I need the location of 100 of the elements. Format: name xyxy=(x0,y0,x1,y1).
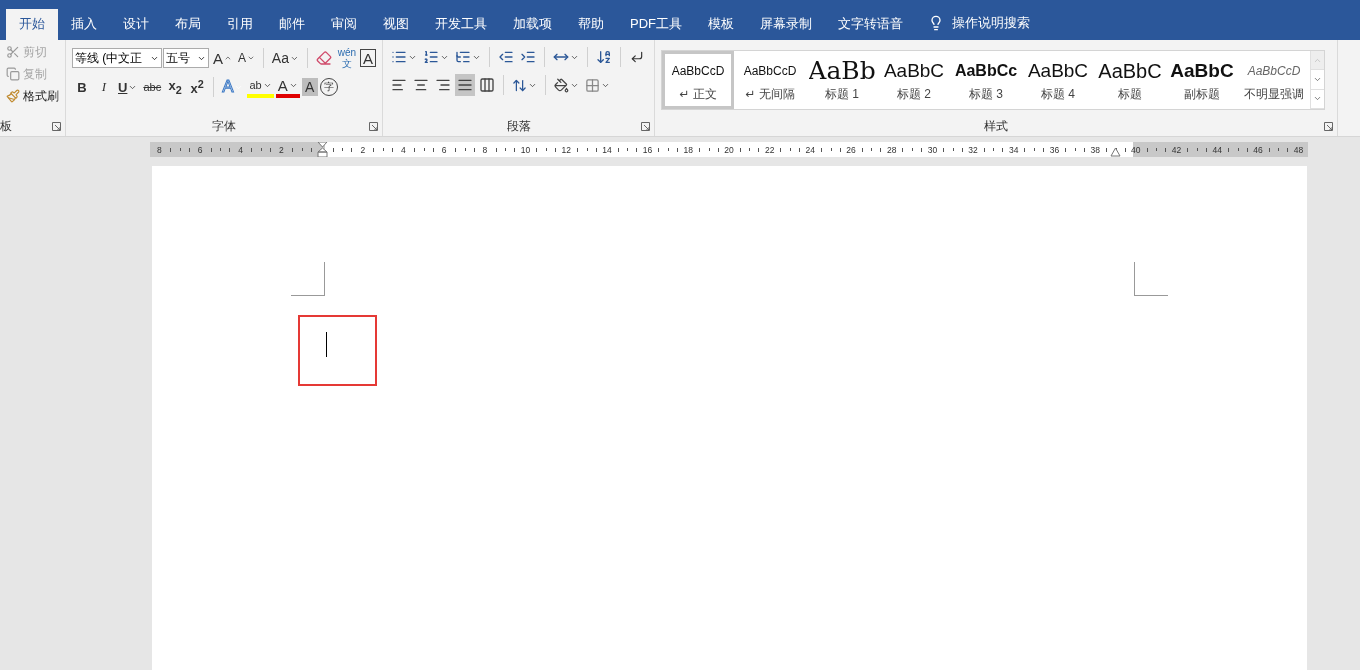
shrink-font-button[interactable]: A xyxy=(235,47,257,69)
dialog-launcher-icon[interactable] xyxy=(641,122,650,131)
character-border-button[interactable]: A xyxy=(360,49,376,67)
strikethrough-button[interactable]: abc xyxy=(141,76,164,98)
margin-corner-mark xyxy=(291,262,325,296)
ruler-number: 12 xyxy=(561,144,571,155)
script-button[interactable]: x$_{2}$ xyxy=(165,76,186,98)
ruler-number: 34 xyxy=(1009,144,1019,155)
character-shading-button[interactable]: A xyxy=(301,78,318,96)
ribbon-tab[interactable]: 开始 xyxy=(6,9,58,40)
underline-button[interactable]: U xyxy=(116,76,140,98)
ribbon-tab[interactable]: 文字转语音 xyxy=(825,9,916,40)
ruler-number: 46 xyxy=(1253,144,1263,155)
phonetic-guide-button[interactable]: wén 文 xyxy=(335,46,358,70)
ribbon-tab[interactable]: 加载项 xyxy=(500,9,565,40)
right-indent-marker-icon[interactable] xyxy=(1109,147,1121,157)
style-preview: AaBbCc xyxy=(954,60,1018,81)
ribbon-tab[interactable]: 邮件 xyxy=(266,9,318,40)
style-option[interactable]: AaBbCcD ↵ 无间隔 xyxy=(734,51,806,109)
group-label: 段落 xyxy=(506,117,531,135)
style-name: 不明显强调 xyxy=(1244,85,1304,103)
decrease-indent-icon xyxy=(498,49,514,65)
font-name-select[interactable]: 等线 (中文正 xyxy=(72,48,163,68)
ruler-number: 8 xyxy=(482,144,488,155)
group-label: 样式 xyxy=(984,117,1008,135)
ruler-number: 44 xyxy=(1212,144,1222,155)
style-preview: AaBbC xyxy=(1027,58,1089,83)
ruler-number: 20 xyxy=(724,144,734,155)
ruler-number: 26 xyxy=(846,144,856,155)
align-button[interactable] xyxy=(455,74,475,96)
bullet-list-icon xyxy=(391,49,407,65)
ruler-number: 42 xyxy=(1171,144,1182,155)
ribbon-tab[interactable]: 审阅 xyxy=(318,9,370,40)
change-case-button[interactable]: Aa xyxy=(269,47,301,69)
align-left-icon xyxy=(391,77,407,93)
ruler-number: 8 xyxy=(156,144,162,155)
style-name: 副标题 xyxy=(1184,85,1220,103)
dialog-launcher-icon[interactable] xyxy=(369,122,378,131)
ruler-number: 32 xyxy=(968,144,978,155)
ruler-number: 48 xyxy=(1293,144,1304,155)
margin-corner-mark xyxy=(1134,262,1168,296)
ribbon-tab[interactable]: 视图 xyxy=(370,9,422,40)
style-preview: AaBb xyxy=(809,57,875,84)
ruler-number: 10 xyxy=(520,144,531,155)
dialog-launcher-icon[interactable] xyxy=(1324,122,1333,131)
grid-icon xyxy=(585,77,600,93)
ruler-number: 4 xyxy=(401,144,406,155)
align-distributed-icon xyxy=(479,77,495,93)
style-option[interactable]: AaBbC 标题 2 xyxy=(878,51,950,109)
ruler-number: 40 xyxy=(1131,144,1141,155)
highlight-button[interactable]: ab xyxy=(247,76,274,98)
style-option[interactable]: AaBbC 副标题 xyxy=(1166,51,1238,109)
paintbrush-icon xyxy=(6,89,20,103)
bold-button[interactable]: B xyxy=(72,76,92,98)
line-spacing-icon xyxy=(512,77,527,93)
style-option[interactable]: AaBbC 标题 xyxy=(1094,51,1166,109)
style-option[interactable]: AaBbCc 标题 3 xyxy=(950,51,1022,109)
scissors-icon xyxy=(6,45,20,59)
grow-font-button[interactable]: A xyxy=(211,47,234,69)
ribbon-tab[interactable]: 设计 xyxy=(110,9,162,40)
style-preview: AaBbCcD xyxy=(1247,62,1301,80)
caret-icon xyxy=(246,54,255,62)
ruler-number: 38 xyxy=(1090,144,1100,155)
ribbon-tab[interactable]: 插入 xyxy=(58,9,110,40)
ruler-number: 14 xyxy=(602,144,612,155)
group-label: 字体 xyxy=(212,117,236,135)
ribbon-tab[interactable]: 屏幕录制 xyxy=(747,9,825,40)
align-center-icon xyxy=(413,77,429,93)
dialog-launcher-icon[interactable] xyxy=(52,122,61,131)
style-option[interactable]: AaBbC 标题 4 xyxy=(1022,51,1094,109)
align-justify-icon xyxy=(457,77,473,93)
style-name: 标题 2 xyxy=(897,85,931,103)
align-right-icon xyxy=(435,77,451,93)
numbered-list-icon xyxy=(423,49,439,65)
ruler-number: 24 xyxy=(805,144,816,155)
style-preview: AaBbC xyxy=(883,58,945,83)
ribbon-tab[interactable]: 开发工具 xyxy=(422,9,500,40)
ruler-number: 2 xyxy=(279,144,284,155)
style-name: ↵ 无间隔 xyxy=(745,85,795,103)
ribbon-tab[interactable]: 模板 xyxy=(695,9,747,40)
ribbon-tab[interactable]: 布局 xyxy=(162,9,214,40)
ribbon-tab[interactable]: PDF工具 xyxy=(617,9,695,40)
italic-button[interactable]: I xyxy=(94,76,114,98)
style-name: 标题 4 xyxy=(1041,85,1075,103)
text-cursor xyxy=(326,332,327,357)
style-name: 标题 xyxy=(1118,85,1142,103)
style-option[interactable]: AaBbCcD ↵ 正文 xyxy=(662,51,734,109)
font-size-select[interactable]: 五号 xyxy=(163,48,210,68)
ribbon-tab[interactable]: 引用 xyxy=(214,9,266,40)
style-preview: AaBbC xyxy=(1098,58,1162,84)
ruler-number: 2 xyxy=(360,144,366,155)
style-option[interactable]: AaBb 标题 1 xyxy=(806,51,878,109)
ruler-number: 36 xyxy=(1049,144,1060,155)
format-painter-button[interactable]: 格式刷 xyxy=(6,86,59,106)
script-button[interactable]: x$^{2}$ xyxy=(187,76,208,98)
style-name: 标题 1 xyxy=(825,85,859,103)
indent-marker-icon[interactable] xyxy=(316,142,328,157)
style-option[interactable]: AaBbCcD 不明显强调 xyxy=(1238,51,1310,109)
ribbon-tab[interactable]: 帮助 xyxy=(565,9,617,40)
tell-me-search[interactable]: 操作说明搜索 xyxy=(952,14,1030,32)
